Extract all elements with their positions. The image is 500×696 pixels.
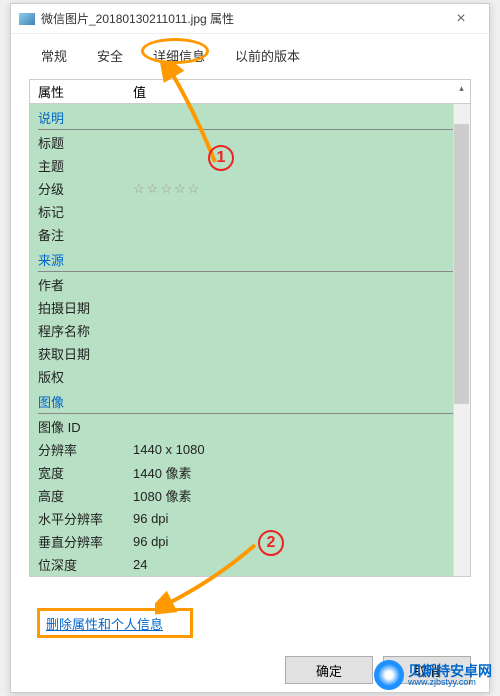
star-icon: ☆	[133, 181, 145, 197]
watermark: 贝斯特安卓网 www.zjbstyy.com	[374, 660, 492, 690]
row-rating[interactable]: 分级☆☆☆☆☆	[38, 177, 462, 200]
star-icon: ☆	[147, 181, 159, 197]
remove-properties-link[interactable]: 删除属性和个人信息	[46, 614, 163, 633]
watermark-logo-icon	[374, 660, 404, 690]
row-authors[interactable]: 作者	[38, 273, 462, 296]
star-icon: ☆	[188, 181, 200, 197]
scrollbar-thumb[interactable]	[454, 124, 469, 404]
row-image-id[interactable]: 图像 ID	[38, 415, 462, 438]
column-header-value[interactable]: 值	[133, 82, 462, 101]
tab-details[interactable]: 详细信息	[139, 40, 219, 71]
row-h-res[interactable]: 水平分辨率96 dpi	[38, 507, 462, 530]
rating-stars[interactable]: ☆☆☆☆☆	[133, 181, 462, 197]
titlebar: 微信图片_20180130211011.jpg 属性 ×	[11, 4, 489, 34]
section-description: 说明	[38, 104, 462, 130]
row-title[interactable]: 标题	[38, 131, 462, 154]
tab-general[interactable]: 常规	[27, 40, 81, 71]
row-width[interactable]: 宽度1440 像素	[38, 461, 462, 484]
watermark-text: 贝斯特安卓网 www.zjbstyy.com	[408, 664, 492, 687]
section-image: 图像	[38, 388, 462, 414]
row-subject[interactable]: 主题	[38, 154, 462, 177]
tab-bar: 常规 安全 详细信息 以前的版本	[11, 34, 489, 71]
tab-previous-versions[interactable]: 以前的版本	[221, 40, 314, 71]
properties-dialog: 微信图片_20180130211011.jpg 属性 × 常规 安全 详细信息 …	[10, 3, 490, 693]
row-program-name[interactable]: 程序名称	[38, 319, 462, 342]
scrollbar[interactable]	[453, 104, 470, 576]
star-icon: ☆	[160, 181, 172, 197]
star-icon: ☆	[174, 181, 186, 197]
details-panel: 属性 值 ▴ 说明 标题 主题 分级☆☆☆☆☆ 标记 备注 来源 作者 拍摄日期…	[29, 79, 471, 577]
row-dimensions[interactable]: 分辨率1440 x 1080	[38, 438, 462, 461]
window-title: 微信图片_20180130211011.jpg 属性	[41, 10, 441, 27]
row-bit-depth[interactable]: 位深度24	[38, 553, 462, 576]
annotation-highlight-link: 删除属性和个人信息	[37, 608, 193, 638]
section-origin: 来源	[38, 246, 462, 272]
row-v-res[interactable]: 垂直分辨率96 dpi	[38, 530, 462, 553]
row-comments[interactable]: 备注	[38, 223, 462, 246]
tab-security[interactable]: 安全	[83, 40, 137, 71]
row-copyright[interactable]: 版权	[38, 365, 462, 388]
row-height[interactable]: 高度1080 像素	[38, 484, 462, 507]
scroll-up-icon[interactable]: ▴	[453, 80, 470, 97]
ok-button[interactable]: 确定	[285, 656, 373, 684]
close-button[interactable]: ×	[441, 5, 481, 33]
image-file-icon	[19, 13, 35, 25]
row-tags[interactable]: 标记	[38, 200, 462, 223]
row-date-taken[interactable]: 拍摄日期	[38, 296, 462, 319]
row-date-acquired[interactable]: 获取日期	[38, 342, 462, 365]
table-header: 属性 值	[30, 80, 470, 104]
column-header-property[interactable]: 属性	[38, 82, 133, 101]
table-body: 说明 标题 主题 分级☆☆☆☆☆ 标记 备注 来源 作者 拍摄日期 程序名称 获…	[30, 104, 470, 576]
